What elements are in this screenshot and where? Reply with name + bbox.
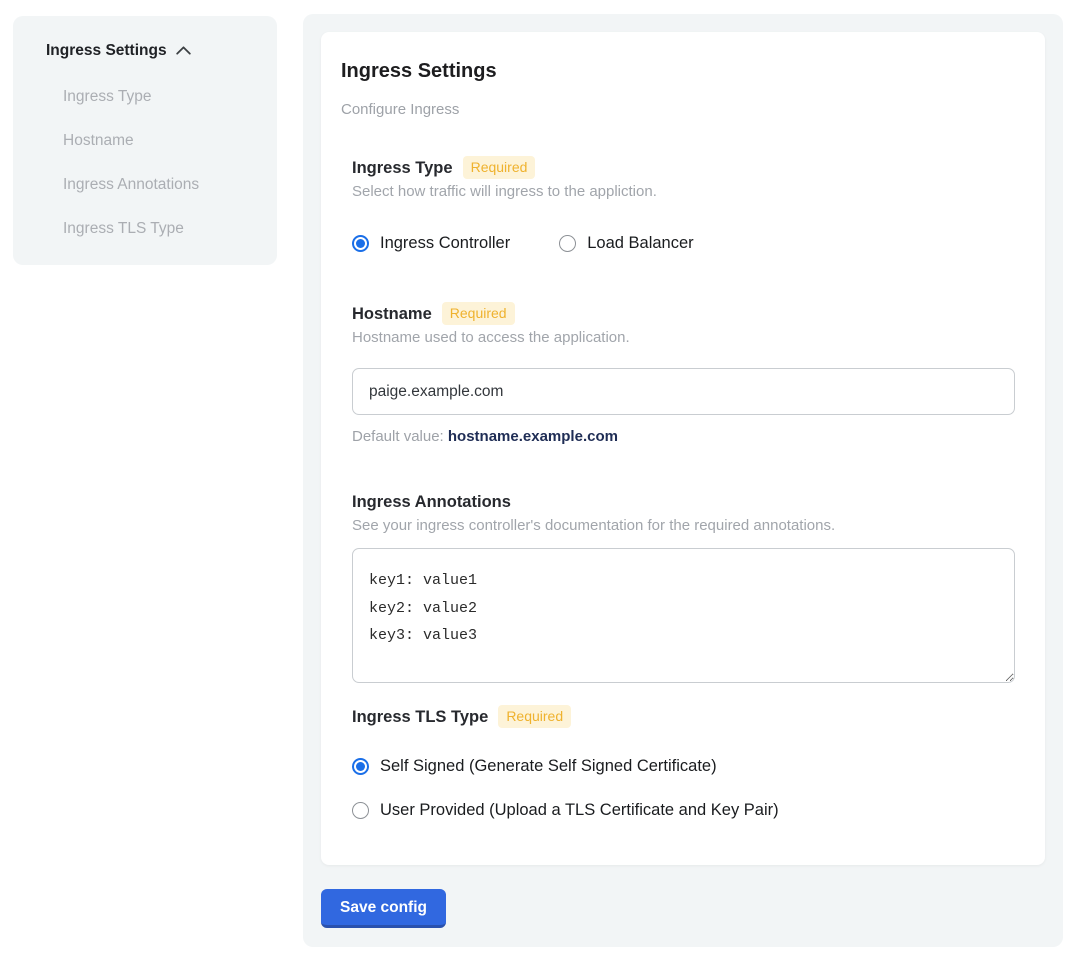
sidebar-item-hostname[interactable]: Hostname: [63, 132, 257, 150]
default-value-label: Default value:: [352, 428, 448, 445]
ingress-type-radio-group: Ingress Controller Load Balancer: [352, 234, 1013, 253]
required-badge: Required: [442, 302, 515, 325]
ingress-annotations-heading: Ingress Annotations: [352, 491, 511, 513]
ingress-type-heading: Ingress Type: [352, 157, 453, 179]
save-config-button[interactable]: Save config: [321, 889, 446, 928]
page-title: Ingress Settings: [341, 58, 1013, 84]
required-badge: Required: [498, 705, 571, 728]
ingress-tls-radio-group: Self Signed (Generate Self Signed Certif…: [352, 757, 1013, 820]
sidebar-section-toggle[interactable]: Ingress Settings: [46, 42, 257, 60]
sidebar-item-list: Ingress Type Hostname Ingress Annotation…: [63, 88, 257, 238]
radio-selected-icon[interactable]: [352, 758, 369, 775]
section-ingress-tls-type: Ingress TLS Type Required Self Signed (G…: [352, 705, 1013, 820]
radio-unselected-icon[interactable]: [559, 235, 576, 252]
hostname-input[interactable]: [352, 368, 1015, 415]
ingress-tls-type-heading: Ingress TLS Type: [352, 706, 488, 728]
hostname-description: Hostname used to access the application.: [352, 328, 1013, 347]
radio-self-signed[interactable]: Self Signed (Generate Self Signed Certif…: [352, 757, 1013, 776]
ingress-annotations-textarea[interactable]: key1: value1 key2: value2 key3: value3: [352, 548, 1015, 683]
sidebar-section-title: Ingress Settings: [46, 42, 167, 60]
radio-ingress-controller[interactable]: Ingress Controller: [352, 234, 510, 253]
ingress-annotations-description: See your ingress controller's documentat…: [352, 516, 1013, 535]
ingress-settings-card: Ingress Settings Configure Ingress Ingre…: [321, 32, 1045, 865]
sidebar-item-ingress-type[interactable]: Ingress Type: [63, 88, 257, 106]
radio-selected-icon[interactable]: [352, 235, 369, 252]
radio-load-balancer-label: Load Balancer: [587, 234, 693, 253]
section-ingress-type: Ingress Type Required Select how traffic…: [352, 156, 1013, 253]
sidebar-item-ingress-tls-type[interactable]: Ingress TLS Type: [63, 220, 257, 238]
radio-ingress-controller-label: Ingress Controller: [380, 234, 510, 253]
ingress-settings-panel: Ingress Settings Configure Ingress Ingre…: [303, 14, 1063, 947]
settings-sidebar: Ingress Settings Ingress Type Hostname I…: [13, 16, 277, 265]
sidebar-item-ingress-annotations[interactable]: Ingress Annotations: [63, 176, 257, 194]
default-value-text: hostname.example.com: [448, 428, 618, 445]
chevron-up-icon: [176, 42, 191, 60]
radio-load-balancer[interactable]: Load Balancer: [559, 234, 693, 253]
hostname-default-line: Default value: hostname.example.com: [352, 428, 1013, 445]
section-ingress-annotations: Ingress Annotations See your ingress con…: [352, 491, 1013, 683]
form-sections: Ingress Type Required Select how traffic…: [352, 156, 1013, 820]
section-hostname: Hostname Required Hostname used to acces…: [352, 302, 1013, 445]
hostname-heading: Hostname: [352, 303, 432, 325]
required-badge: Required: [463, 156, 536, 179]
radio-user-provided[interactable]: User Provided (Upload a TLS Certificate …: [352, 801, 1013, 820]
ingress-type-description: Select how traffic will ingress to the a…: [352, 182, 1013, 201]
radio-user-provided-label: User Provided (Upload a TLS Certificate …: [380, 801, 779, 820]
page-subtitle: Configure Ingress: [341, 101, 1013, 119]
radio-unselected-icon[interactable]: [352, 802, 369, 819]
radio-self-signed-label: Self Signed (Generate Self Signed Certif…: [380, 757, 717, 776]
